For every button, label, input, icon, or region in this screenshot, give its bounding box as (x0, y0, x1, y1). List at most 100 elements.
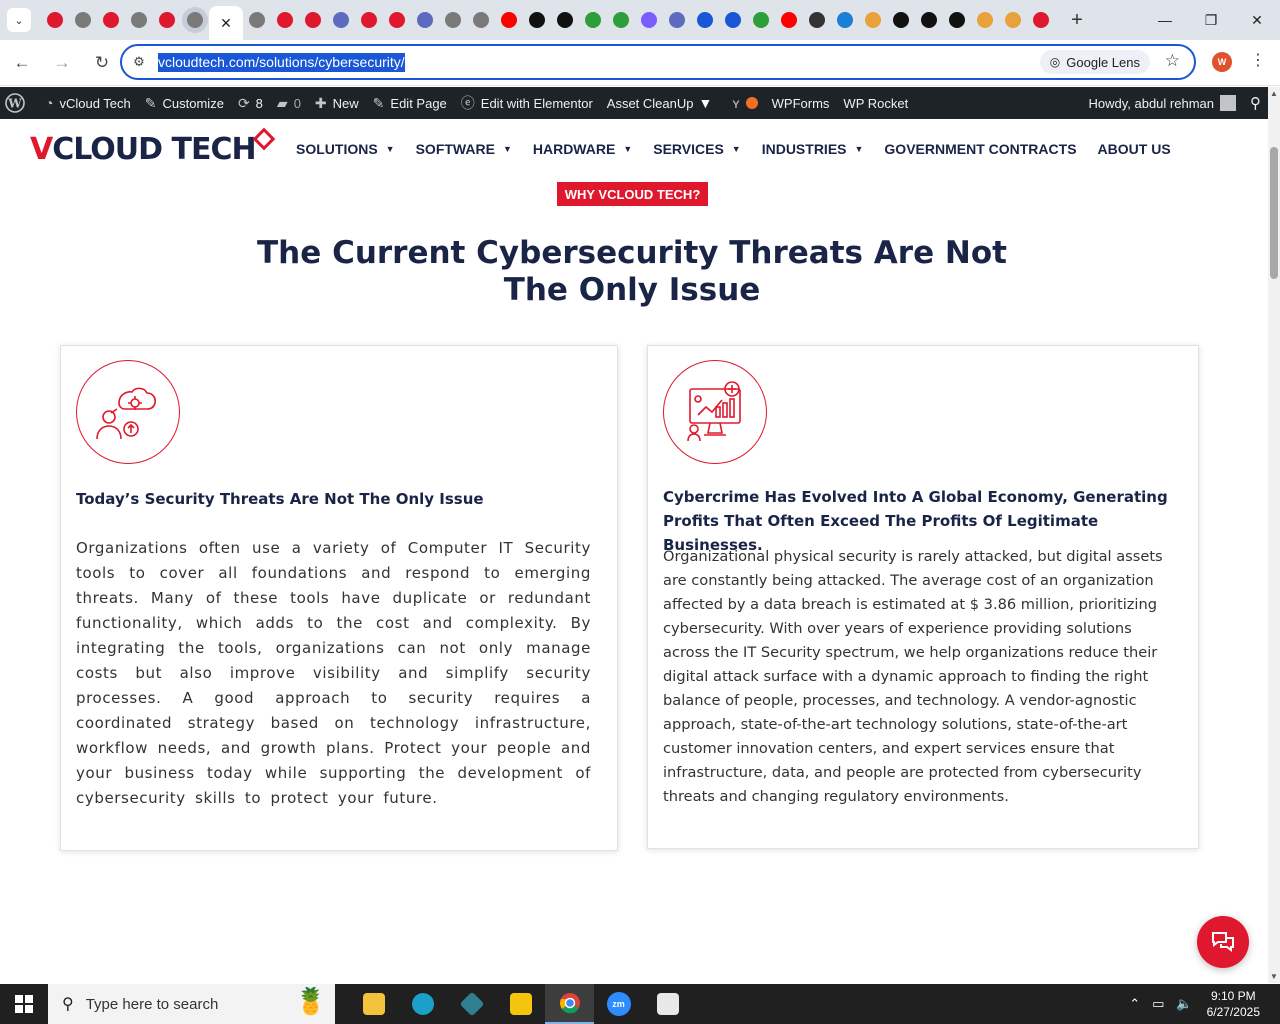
why-vcloud-tech-button[interactable]: WHY VCLOUD TECH? (557, 182, 708, 206)
admin-customize[interactable]: ✎ Customize (138, 87, 231, 119)
browser-tab[interactable] (41, 0, 69, 40)
browser-tab[interactable] (523, 0, 551, 40)
snipping-app[interactable] (643, 984, 692, 1024)
chevron-up-icon[interactable]: ⌃ (1129, 996, 1140, 1012)
admin-wp-rocket[interactable]: WP Rocket (836, 87, 915, 119)
browser-menu-icon[interactable]: ⋮ (1250, 50, 1266, 70)
wordpress-logo-icon[interactable]: W (2, 90, 28, 116)
browser-tab[interactable] (775, 0, 803, 40)
file-explorer-app[interactable] (349, 984, 398, 1024)
arrow-left-icon: ← (13, 52, 31, 72)
browser-tab[interactable] (803, 0, 831, 40)
new-tab-button[interactable]: + (1063, 6, 1091, 34)
browser-tab[interactable] (943, 0, 971, 40)
nav-item-software[interactable]: SOFTWARE ▼ (416, 141, 512, 157)
browser-tab[interactable] (999, 0, 1027, 40)
browser-tab[interactable] (495, 0, 523, 40)
browser-tab[interactable] (691, 0, 719, 40)
reload-button[interactable]: ↻ (84, 45, 120, 81)
url-text[interactable]: vcloudtech.com/solutions/cybersecurity/ (158, 52, 405, 72)
admin-yoast[interactable]: ʏ (725, 87, 764, 119)
address-bar[interactable]: ⚙ vcloudtech.com/solutions/cybersecurity… (120, 44, 1196, 80)
admin-comments[interactable]: ▰ 0 (270, 87, 308, 119)
browser-tab[interactable] (327, 0, 355, 40)
browser-tab[interactable] (243, 0, 271, 40)
browser-tab[interactable] (971, 0, 999, 40)
browser-tab[interactable] (579, 0, 607, 40)
admin-asset-cleanup[interactable]: Asset CleanUp ▼ (600, 87, 726, 119)
browser-tab[interactable] (181, 0, 209, 40)
search-icon: ⚲ (62, 996, 74, 1013)
start-button[interactable] (0, 984, 48, 1024)
close-tab-icon[interactable]: ✕ (220, 15, 232, 32)
browser-tab[interactable] (69, 0, 97, 40)
admin-new[interactable]: ✚ New (308, 87, 366, 119)
browser-tab[interactable] (1027, 0, 1055, 40)
logo-diamond-icon (252, 127, 276, 151)
app-diamond[interactable] (447, 984, 496, 1024)
browser-tab[interactable] (915, 0, 943, 40)
browser-tab[interactable] (153, 0, 181, 40)
admin-edit-elementor[interactable]: ⓔ Edit with Elementor (454, 87, 600, 119)
browser-tab[interactable] (719, 0, 747, 40)
edge-app[interactable] (398, 984, 447, 1024)
google-lens-label: Google Lens (1066, 54, 1140, 70)
google-lens-button[interactable]: ◎ Google Lens (1039, 50, 1150, 74)
page-scrollbar[interactable]: ▲ ▼ (1268, 87, 1280, 983)
browser-tab[interactable] (97, 0, 125, 40)
nav-item-services[interactable]: SERVICES ▼ (653, 141, 740, 157)
browser-tab[interactable] (467, 0, 495, 40)
nav-item-government-contracts[interactable]: GOVERNMENT CONTRACTS (884, 141, 1076, 157)
admin-site-name[interactable]: ◔ vCloud Tech (38, 87, 138, 119)
admin-edit-page[interactable]: ✎ Edit Page (366, 87, 454, 119)
browser-tab[interactable] (747, 0, 775, 40)
browser-tab[interactable] (551, 0, 579, 40)
zoom-app[interactable]: zm (594, 984, 643, 1024)
tab-search-button[interactable]: ⌄ (7, 8, 31, 32)
browser-tab[interactable] (411, 0, 439, 40)
nav-item-solutions[interactable]: SOLUTIONS ▼ (296, 141, 395, 157)
browser-tab[interactable] (439, 0, 467, 40)
scroll-down-icon[interactable]: ▼ (1270, 972, 1278, 981)
browser-tab[interactable] (355, 0, 383, 40)
scroll-up-icon[interactable]: ▲ (1270, 89, 1278, 98)
tab-favicon-icon (697, 12, 713, 28)
network-icon[interactable]: ▭ (1152, 996, 1164, 1012)
active-tab[interactable]: ✕ (209, 6, 243, 40)
browser-tab[interactable] (125, 0, 153, 40)
admin-updates[interactable]: ⟳ 8 (231, 87, 270, 119)
browser-tab[interactable] (887, 0, 915, 40)
browser-tab[interactable] (271, 0, 299, 40)
scrollbar-thumb[interactable] (1270, 147, 1278, 279)
back-button[interactable]: ← (4, 45, 40, 81)
monitor-analytics-icon (663, 360, 767, 464)
sticky-notes-app[interactable] (496, 984, 545, 1024)
browser-tab[interactable] (635, 0, 663, 40)
live-chat-button[interactable] (1197, 916, 1249, 968)
browser-tab[interactable] (831, 0, 859, 40)
nav-item-hardware[interactable]: HARDWARE ▼ (533, 141, 632, 157)
nav-item-industries[interactable]: INDUSTRIES ▼ (762, 141, 864, 157)
close-window-button[interactable]: ✕ (1234, 0, 1280, 40)
nav-item-about-us[interactable]: ABOUT US (1098, 141, 1171, 157)
restore-button[interactable]: ❐ (1188, 0, 1234, 40)
admin-wpforms[interactable]: WPForms (765, 87, 837, 119)
browser-tab[interactable] (607, 0, 635, 40)
chrome-app[interactable] (545, 984, 594, 1024)
volume-icon[interactable]: 🔈 (1176, 996, 1192, 1012)
taskbar-search[interactable]: ⚲ Type here to search 🍍 (48, 984, 335, 1024)
bookmark-star-icon[interactable]: ☆ (1165, 51, 1180, 71)
admin-search[interactable]: ⚲ (1243, 87, 1268, 119)
site-info-icon[interactable]: ⚙ (128, 54, 150, 70)
browser-tab[interactable] (299, 0, 327, 40)
site-logo[interactable]: VCLOUD TECH (30, 127, 276, 171)
forward-button[interactable]: → (44, 45, 80, 81)
admin-account[interactable]: Howdy, abdul rehman (1082, 87, 1244, 119)
browser-tab[interactable] (663, 0, 691, 40)
browser-tab[interactable] (859, 0, 887, 40)
browser-tab[interactable] (383, 0, 411, 40)
clock[interactable]: 9:10 PM 6/27/2025 (1207, 988, 1260, 1020)
cloud-user-gear-icon (76, 360, 180, 464)
minimize-button[interactable]: — (1142, 0, 1188, 40)
profile-avatar[interactable]: W (1212, 52, 1232, 72)
